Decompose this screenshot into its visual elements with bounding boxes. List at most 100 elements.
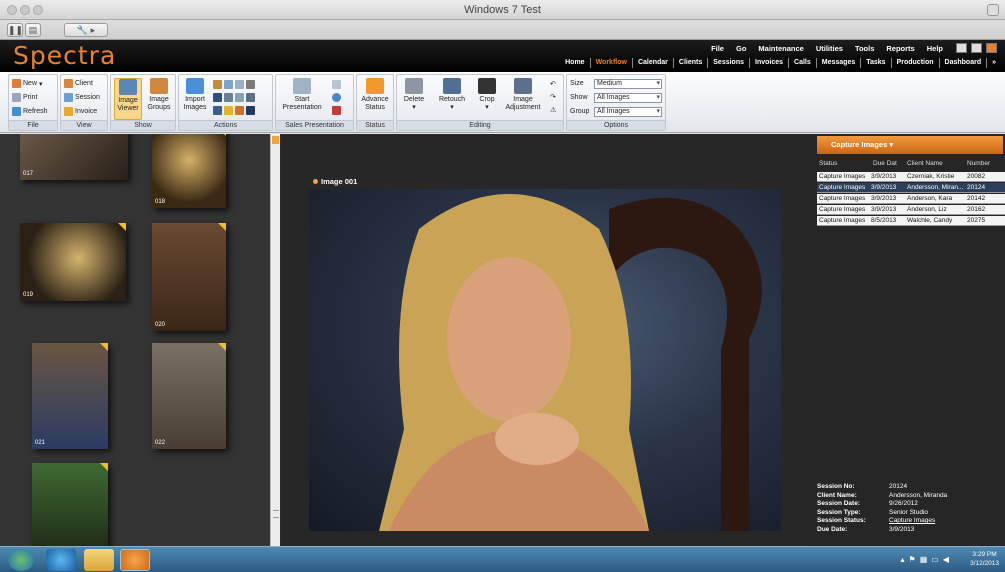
email-icon[interactable] xyxy=(235,93,244,102)
due-date-value: 3/9/2013 xyxy=(889,525,915,533)
tray-arrow-icon[interactable]: ▴ xyxy=(901,555,905,564)
rotate-right-button[interactable]: ↷ xyxy=(550,93,556,101)
scroll-up-icon[interactable] xyxy=(272,136,279,144)
size-select[interactable]: Medium xyxy=(594,79,662,89)
menu-go[interactable]: Go xyxy=(736,44,746,53)
main-photo[interactable] xyxy=(309,189,781,531)
retouch-button[interactable]: Retouch ▾ xyxy=(437,78,467,112)
new-button[interactable]: New ▾ xyxy=(12,79,43,88)
menu-utilities[interactable]: Utilities xyxy=(816,44,843,53)
table-row[interactable]: Capture Images 8/5/2013 Walchle, Candy 2027… xyxy=(817,216,1005,226)
sales-option-3[interactable] xyxy=(332,106,341,115)
nav-calendar[interactable]: Calendar xyxy=(631,58,673,68)
nav-calls[interactable]: Calls xyxy=(788,58,816,68)
close-icon[interactable] xyxy=(986,43,997,53)
link-icon[interactable] xyxy=(246,106,255,115)
nav-dashboard[interactable]: Dashboard xyxy=(938,58,987,68)
favorite-icon[interactable] xyxy=(213,106,222,115)
toolbar-toggle-button[interactable] xyxy=(987,4,999,16)
col-due-date[interactable]: Due Dat xyxy=(873,160,897,167)
thumbnail[interactable]: 022 xyxy=(152,343,226,449)
print-images-icon[interactable] xyxy=(224,93,233,102)
thumbnail[interactable]: 021 xyxy=(32,343,108,449)
group-label: Group xyxy=(570,108,590,115)
menu-file[interactable]: File xyxy=(711,44,724,53)
nav-messages[interactable]: Messages xyxy=(815,58,860,68)
menu-maintenance[interactable]: Maintenance xyxy=(758,44,803,53)
menu-help[interactable]: Help xyxy=(927,44,943,53)
nav-home[interactable]: Home xyxy=(560,58,589,68)
session-view-button[interactable]: Session xyxy=(64,93,100,102)
thumbnail[interactable]: 017 xyxy=(20,134,128,180)
client-name-value: Andersson, Miranda xyxy=(889,491,948,499)
nav-more-icon[interactable]: » xyxy=(986,58,1001,68)
nav-sessions[interactable]: Sessions xyxy=(707,58,749,68)
client-view-button[interactable]: Client xyxy=(64,79,93,88)
show-select[interactable]: All Images xyxy=(594,93,662,103)
tray-flag-icon[interactable]: ⚑ xyxy=(909,555,916,564)
ribbon-group-editing: Delete ▾ Retouch ▾ Crop ▾ Image Adjustment … xyxy=(396,74,564,131)
image-groups-button[interactable]: Image Groups xyxy=(145,78,173,112)
minimize-icon[interactable] xyxy=(956,43,967,53)
advance-status-button[interactable]: Advance Status xyxy=(359,78,391,112)
menu-reports[interactable]: Reports xyxy=(886,44,914,53)
group-select[interactable]: All Images xyxy=(594,107,662,117)
nav-tasks[interactable]: Tasks xyxy=(860,58,890,68)
refresh-button[interactable]: Refresh xyxy=(12,107,48,116)
thumbnail[interactable]: 020 xyxy=(152,223,226,331)
taskbar-clock[interactable]: 3:29 PM 3/12/2013 xyxy=(970,550,999,568)
tag-icon[interactable] xyxy=(213,80,222,89)
sales-option-2[interactable] xyxy=(332,93,341,102)
rotate-left-button[interactable]: ↶ xyxy=(550,80,556,88)
print-button[interactable]: Print xyxy=(12,93,37,102)
col-client-name[interactable]: Client Name xyxy=(907,160,943,167)
maximize-icon[interactable] xyxy=(971,43,982,53)
view-icon[interactable]: ▤ xyxy=(25,23,41,37)
nav-clients[interactable]: Clients xyxy=(672,58,707,68)
col-number[interactable]: Number xyxy=(967,160,990,167)
image-viewer-button[interactable]: Image Viewer xyxy=(114,78,142,120)
spectra-app-icon[interactable] xyxy=(120,549,150,571)
sales-option-1[interactable] xyxy=(332,80,341,89)
crop-button[interactable]: Crop ▾ xyxy=(475,78,499,112)
col-status[interactable]: Status xyxy=(819,160,837,167)
import-images-button[interactable]: Import Images xyxy=(182,78,208,112)
nav-workflow[interactable]: Workflow xyxy=(589,58,632,68)
thumbnail[interactable] xyxy=(32,463,108,546)
flag-icon[interactable] xyxy=(235,106,244,115)
delete-button[interactable]: Delete ▾ xyxy=(401,78,427,112)
display-icon[interactable] xyxy=(213,93,222,102)
nav-invoices[interactable]: Invoices xyxy=(749,58,788,68)
menu-tools[interactable]: Tools xyxy=(855,44,874,53)
warning-button[interactable]: ⚠ xyxy=(550,106,556,114)
table-row[interactable]: Capture Images 3/9/2013 Andersson, Miran..… xyxy=(817,183,1005,193)
table-row[interactable]: Capture Images 3/9/2013 Czerniak, Kristie 2… xyxy=(817,172,1005,182)
session-status-link[interactable]: Capture Images xyxy=(889,517,935,524)
copy-icon[interactable] xyxy=(224,80,233,89)
start-presentation-button[interactable]: Start Presentation xyxy=(282,78,322,112)
pause-icon[interactable]: ❚❚ xyxy=(7,23,23,37)
burn-icon[interactable] xyxy=(246,93,255,102)
file-explorer-icon[interactable] xyxy=(84,549,114,571)
internet-explorer-icon[interactable] xyxy=(46,549,76,571)
image-adjustment-button[interactable]: Image Adjustment xyxy=(503,78,543,112)
tray-network-icon[interactable]: ▦ xyxy=(920,555,928,564)
workflow-panel-header[interactable]: Capture Images ▾ xyxy=(817,136,1003,154)
nav-production[interactable]: Production xyxy=(890,58,939,68)
actions-row-2 xyxy=(213,93,255,102)
thumbnail[interactable]: 019 xyxy=(20,223,126,301)
scroll-grip-icon[interactable] xyxy=(273,510,279,518)
invoice-view-button[interactable]: Invoice xyxy=(64,107,97,116)
start-button-icon[interactable] xyxy=(8,549,34,571)
export-icon[interactable] xyxy=(235,80,244,89)
archive-icon[interactable] xyxy=(246,80,255,89)
settings-wrench-icon[interactable]: 🔧 ▸ xyxy=(64,23,108,37)
rating-icon[interactable] xyxy=(224,106,233,115)
group-label-sales: Sales Presentation xyxy=(276,120,353,130)
table-row[interactable]: Capture Images 3/9/2013 Anderson, Liz 20162 xyxy=(817,205,1005,215)
thumbnail-scrollbar[interactable] xyxy=(270,134,280,546)
tray-volume-icon[interactable]: ◀ xyxy=(943,555,949,564)
thumbnail[interactable]: 018 xyxy=(152,134,226,208)
tray-display-icon[interactable]: ▭ xyxy=(931,555,939,564)
table-row[interactable]: Capture Images 3/9/2013 Anderson, Kara 2014… xyxy=(817,194,1005,204)
